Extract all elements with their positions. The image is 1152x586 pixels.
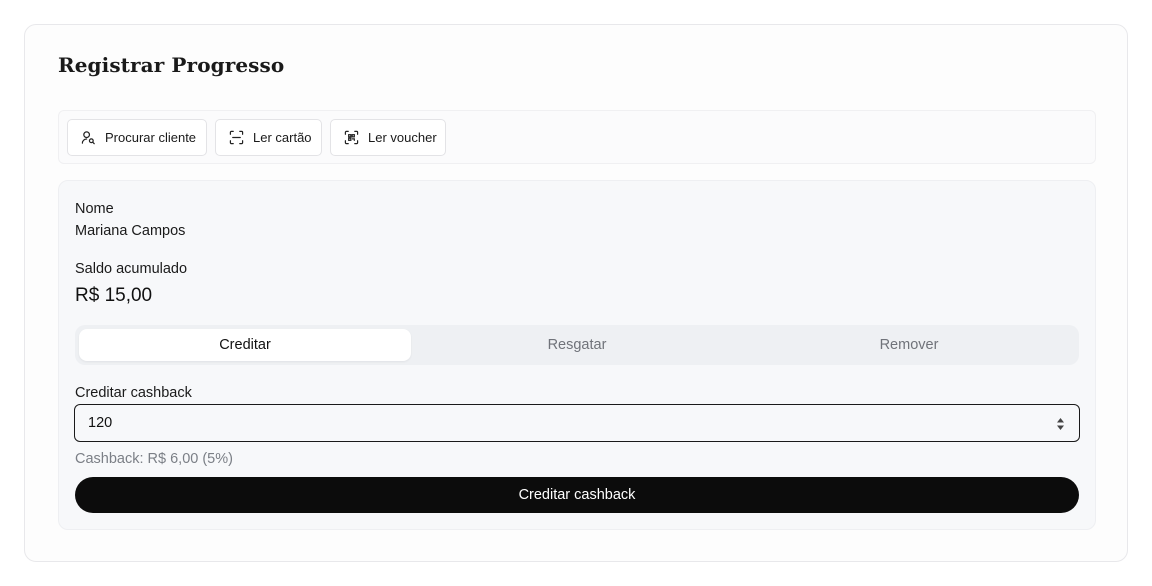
customer-panel: Nome Mariana Campos Saldo acumulado R$ 1…	[58, 180, 1096, 530]
scan-icon	[229, 130, 244, 145]
amount-value: 120	[88, 415, 113, 431]
user-search-icon	[81, 131, 95, 145]
number-spinner-icon[interactable]	[1056, 417, 1065, 431]
read-voucher-button[interactable]: Ler voucher	[330, 119, 446, 156]
action-toolbar: Procurar cliente Ler cartão Ler voucher	[58, 110, 1096, 164]
register-progress-card: Registrar Progresso Procurar cliente Ler…	[24, 24, 1128, 562]
name-label: Nome	[75, 201, 114, 217]
page-title: Registrar Progresso	[58, 53, 285, 77]
credit-cashback-button[interactable]: Creditar cashback	[75, 477, 1079, 513]
read-voucher-label: Ler voucher	[368, 130, 437, 145]
cashback-hint: Cashback: R$ 6,00 (5%)	[75, 451, 233, 467]
amount-input[interactable]: 120	[74, 404, 1080, 442]
tab-remover[interactable]: Remover	[743, 329, 1075, 361]
read-card-label: Ler cartão	[253, 130, 312, 145]
balance-label: Saldo acumulado	[75, 261, 188, 277]
read-card-button[interactable]: Ler cartão	[215, 119, 322, 156]
scan-qr-icon	[344, 130, 359, 145]
search-client-label: Procurar cliente	[105, 130, 197, 145]
operation-tabs: Creditar Resgatar Remover	[75, 325, 1079, 365]
customer-name: Mariana Campos	[75, 223, 186, 239]
tab-resgatar[interactable]: Resgatar	[411, 329, 743, 361]
tab-creditar[interactable]: Creditar	[79, 329, 411, 361]
search-client-button[interactable]: Procurar cliente	[67, 119, 207, 156]
amount-label: Creditar cashback	[75, 385, 192, 401]
balance-value: R$ 15,00	[75, 285, 153, 306]
